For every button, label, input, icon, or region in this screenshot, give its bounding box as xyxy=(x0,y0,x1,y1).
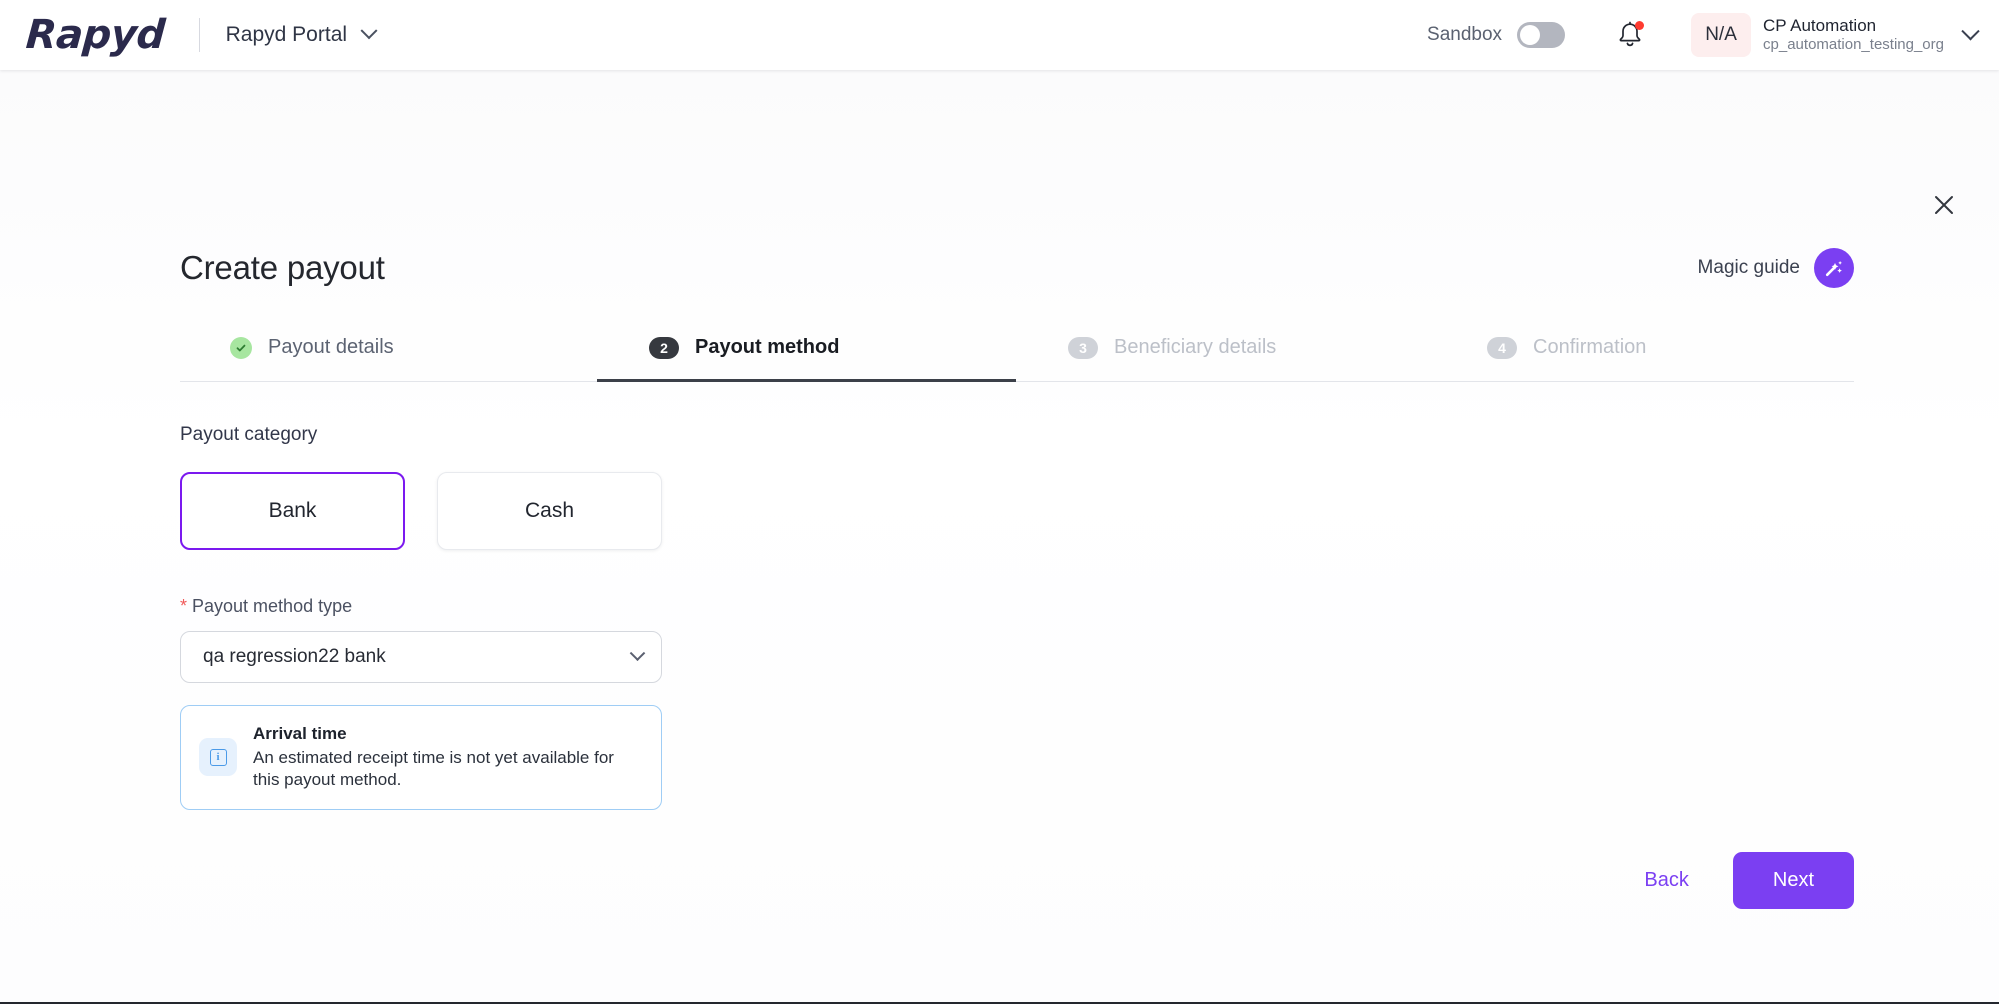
arrival-time-info-box: i Arrival time An estimated receipt time… xyxy=(180,705,662,810)
notification-dot xyxy=(1635,21,1644,30)
create-payout-page: Create payout Magic guide xyxy=(0,70,1999,1004)
magic-guide-button[interactable]: Magic guide xyxy=(1698,248,1854,288)
org-name: CP Automation xyxy=(1763,15,1944,36)
portal-name[interactable]: Rapyd Portal xyxy=(226,23,347,47)
category-option-bank-label: Bank xyxy=(269,499,317,523)
avatar[interactable]: N/A xyxy=(1691,13,1751,57)
arrival-time-info-text: An estimated receipt time is not yet ava… xyxy=(253,747,639,791)
rapyd-logo[interactable]: Rapyd xyxy=(23,15,166,55)
form-actions: Back Next xyxy=(1620,852,1854,909)
step-2-label: Payout method xyxy=(695,336,839,359)
category-option-cash[interactable]: Cash xyxy=(437,472,662,550)
brand-divider xyxy=(199,18,200,52)
magic-wand-sparkle-icon xyxy=(1814,248,1854,288)
app-header: Rapyd Rapyd Portal Sandbox N/A CP Automa… xyxy=(0,0,1999,70)
required-asterisk: * xyxy=(180,597,187,615)
org-info[interactable]: CP Automation cp_automation_testing_org xyxy=(1763,15,1944,55)
next-button[interactable]: Next xyxy=(1733,852,1854,909)
step-4-label: Confirmation xyxy=(1533,336,1646,359)
step-1-badge xyxy=(230,337,252,359)
payout-method-type-value: qa regression22 bank xyxy=(203,646,386,668)
step-3-badge: 3 xyxy=(1068,337,1098,359)
payout-category-label: Payout category xyxy=(180,424,1999,446)
sandbox-toggle-knob xyxy=(1520,25,1540,45)
step-payout-method[interactable]: 2 Payout method xyxy=(597,336,1016,381)
payout-method-type-label-text: Payout method type xyxy=(192,596,352,617)
page-content: Create payout Magic guide xyxy=(0,70,1999,810)
brand-zone: Rapyd Rapyd Portal xyxy=(24,15,375,55)
step-3-label: Beneficiary details xyxy=(1114,336,1276,359)
arrival-time-info-content: Arrival time An estimated receipt time i… xyxy=(253,724,639,791)
arrival-time-info-title: Arrival time xyxy=(253,724,639,744)
category-option-bank[interactable]: Bank xyxy=(180,472,405,550)
close-icon[interactable] xyxy=(1927,188,1961,222)
header-right-cluster: Sandbox N/A CP Automation cp_automation_… xyxy=(1427,13,1977,57)
step-2-badge: 2 xyxy=(649,337,679,359)
org-id: cp_automation_testing_org xyxy=(1763,36,1944,55)
stepper: Payout details 2 Payout method 3 Benefic… xyxy=(180,336,1854,382)
chevron-down-icon xyxy=(630,645,646,661)
notification-bell-icon[interactable] xyxy=(1617,21,1643,49)
category-option-cash-label: Cash xyxy=(525,499,574,523)
step-1-label: Payout details xyxy=(268,336,394,359)
back-button[interactable]: Back xyxy=(1620,855,1712,906)
payout-category-options: Bank Cash xyxy=(180,472,1999,550)
payout-method-type-select[interactable]: qa regression22 bank xyxy=(180,631,662,683)
step-confirmation[interactable]: 4 Confirmation xyxy=(1435,336,1854,381)
title-row: Create payout Magic guide xyxy=(180,70,1999,288)
info-icon: i xyxy=(199,738,237,776)
org-chevron-down-icon[interactable] xyxy=(1964,29,1977,42)
magic-guide-label: Magic guide xyxy=(1698,257,1800,279)
page-title: Create payout xyxy=(180,249,385,287)
step-beneficiary-details[interactable]: 3 Beneficiary details xyxy=(1016,336,1435,381)
sandbox-toggle[interactable] xyxy=(1517,22,1565,48)
step-payout-details[interactable]: Payout details xyxy=(180,336,597,381)
step-4-badge: 4 xyxy=(1487,337,1517,359)
sandbox-label: Sandbox xyxy=(1427,24,1502,46)
payout-method-type-label: * Payout method type xyxy=(180,596,1999,617)
portal-chevron-down-icon[interactable] xyxy=(363,24,375,46)
